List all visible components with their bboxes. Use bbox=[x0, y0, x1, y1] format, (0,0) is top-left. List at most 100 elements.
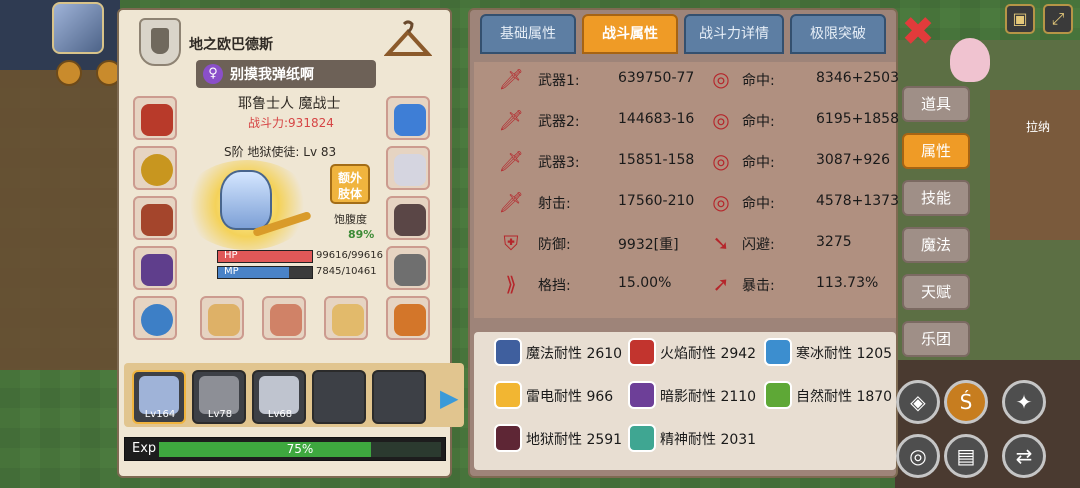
resistance-1: 魔法耐性 2610 bbox=[494, 338, 629, 368]
sword-icon: 🗡 bbox=[498, 190, 524, 214]
equip-slot-weapon-1[interactable] bbox=[200, 296, 244, 340]
stat-label: 命中: bbox=[742, 155, 775, 171]
extra-limb-button[interactable]: 额外 肢体 bbox=[330, 164, 370, 204]
computer-icon[interactable]: ▣ bbox=[1005, 4, 1035, 34]
tier-level-text: S阶 地狱使徒: Lv 83 bbox=[224, 145, 337, 159]
stat-label: 暴击: bbox=[742, 278, 775, 294]
special-skill-icon[interactable]: Ś bbox=[944, 380, 988, 424]
npc-sprite[interactable] bbox=[950, 38, 990, 82]
stat-value: 144683-16 bbox=[618, 111, 695, 127]
close-icon[interactable]: ✖ bbox=[898, 12, 938, 52]
resistance-6: 自然耐性 1870 bbox=[764, 381, 899, 411]
nature-icon bbox=[764, 381, 792, 409]
title-banner[interactable]: ♀ 别摸我弹纸啊 bbox=[196, 60, 376, 88]
book-icon[interactable]: ▤ bbox=[944, 434, 988, 478]
side-menu-6[interactable]: 乐团 bbox=[902, 321, 970, 357]
exp-bar: Exp 75% bbox=[124, 437, 446, 461]
exp-track: 75% bbox=[159, 442, 441, 457]
side-menu-4[interactable]: 魔法 bbox=[902, 227, 970, 263]
party-slot-4[interactable] bbox=[312, 370, 366, 424]
resistance-text: 精神耐性 2031 bbox=[660, 432, 757, 448]
character-title: 别摸我弹纸啊 bbox=[230, 67, 314, 83]
equip-slot-necklace[interactable] bbox=[133, 146, 177, 190]
combat-skill-icon[interactable]: ✦ bbox=[1002, 380, 1046, 424]
sword-icon: 🗡 bbox=[498, 67, 524, 91]
relic-icon bbox=[394, 304, 426, 336]
exp-label: Exp bbox=[132, 441, 157, 456]
chevron-right-icon[interactable]: ▶ bbox=[440, 384, 458, 412]
skill-slot-icon[interactable]: ◈ bbox=[896, 380, 940, 424]
equip-slot-weapon-2[interactable] bbox=[262, 296, 306, 340]
party-slot-1[interactable]: Lv164 bbox=[132, 370, 186, 424]
equip-slot-relic[interactable] bbox=[386, 296, 430, 340]
hp-bar: HP bbox=[217, 250, 313, 263]
necklace-icon bbox=[141, 154, 173, 186]
fullscreen-icon[interactable]: ⤢ bbox=[1043, 4, 1073, 34]
hanger-icon[interactable] bbox=[383, 20, 433, 64]
player-avatar[interactable] bbox=[52, 2, 104, 54]
mp-value: 7845/10461 bbox=[316, 266, 377, 277]
magic-icon bbox=[494, 338, 522, 366]
satiety-value: 89% bbox=[348, 228, 375, 241]
party-slot-2[interactable]: Lv78 bbox=[192, 370, 246, 424]
sword-icon: 🗡 bbox=[498, 108, 524, 132]
belt-icon bbox=[394, 204, 426, 236]
equip-slot-gloves[interactable] bbox=[133, 246, 177, 290]
resistance-text: 魔法耐性 2610 bbox=[526, 346, 623, 362]
equip-slot-armor[interactable] bbox=[133, 196, 177, 240]
stat-label: 命中: bbox=[742, 73, 775, 89]
stat-label: 格挡: bbox=[538, 278, 571, 294]
hud-buff-icon[interactable] bbox=[56, 60, 82, 86]
resistance-text: 火焰耐性 2942 bbox=[660, 346, 757, 362]
stat-label: 武器3: bbox=[538, 155, 580, 171]
resistance-text: 自然耐性 1870 bbox=[796, 389, 893, 405]
equip-slot-bracer[interactable] bbox=[386, 146, 430, 190]
staff-icon bbox=[208, 304, 240, 336]
warrior-sprite bbox=[220, 170, 272, 230]
side-menu-1[interactable]: 道具 bbox=[902, 86, 970, 122]
gloves-icon bbox=[141, 254, 173, 286]
tab-combat-attributes[interactable]: 战斗属性 bbox=[582, 14, 678, 54]
equip-slot-belt[interactable] bbox=[386, 196, 430, 240]
stat-label: 命中: bbox=[742, 114, 775, 130]
stat-value: 8346+2503 bbox=[816, 70, 899, 86]
npc-name-label: 拉纳 bbox=[1026, 120, 1051, 134]
equip-slot-ring[interactable] bbox=[133, 296, 177, 340]
equip-slot-accessory[interactable] bbox=[386, 96, 430, 140]
resistance-7: 地狱耐性 2591 bbox=[494, 424, 629, 454]
combat-power-text: 战斗力:931824 bbox=[248, 116, 334, 130]
bow-icon bbox=[332, 304, 364, 336]
tab-basic-attributes[interactable]: 基础属性 bbox=[480, 14, 576, 54]
spear-icon bbox=[270, 304, 302, 336]
sword-icon: 🗡 bbox=[498, 149, 524, 173]
shield-icon: ⛨ bbox=[503, 231, 519, 255]
party-slot-3[interactable]: Lv68 bbox=[252, 370, 306, 424]
fire-icon bbox=[628, 338, 656, 366]
stat-value: 3275 bbox=[816, 234, 852, 250]
target-icon: ◎ bbox=[712, 108, 730, 132]
hp-value: 99616/99616 bbox=[316, 250, 383, 261]
stat-label: 防御: bbox=[538, 237, 571, 253]
exp-percent: 75% bbox=[286, 442, 314, 456]
resistance-8: 精神耐性 2031 bbox=[628, 424, 763, 454]
character-class-name: 地之欧巴德斯 bbox=[189, 37, 273, 53]
left-house bbox=[0, 70, 120, 370]
tab-limit-break[interactable]: 极限突破 bbox=[790, 14, 886, 54]
side-menu-3[interactable]: 技能 bbox=[902, 180, 970, 216]
equip-slot-bow[interactable] bbox=[324, 296, 368, 340]
tab-power-details[interactable]: 战斗力详情 bbox=[684, 14, 784, 54]
race-class-text: 耶鲁士人 魔战士 bbox=[238, 96, 341, 112]
equip-slot-boots[interactable] bbox=[386, 246, 430, 290]
character-sprite bbox=[182, 150, 322, 260]
equip-slot-helmet[interactable] bbox=[133, 96, 177, 140]
search-icon[interactable]: ◎ bbox=[896, 434, 940, 478]
side-menu-5[interactable]: 天赋 bbox=[902, 274, 970, 310]
female-icon: ♀ bbox=[203, 64, 223, 84]
switch-icon[interactable]: ⇄ bbox=[1002, 434, 1046, 478]
side-menu-2[interactable]: 属性 bbox=[902, 133, 970, 169]
party-level-2: Lv78 bbox=[207, 409, 233, 420]
stat-value: 17560-210 bbox=[618, 193, 695, 209]
stat-value: 639750-77 bbox=[618, 70, 695, 86]
party-slot-5[interactable] bbox=[372, 370, 426, 424]
satiety-label: 饱腹度 bbox=[334, 213, 367, 226]
